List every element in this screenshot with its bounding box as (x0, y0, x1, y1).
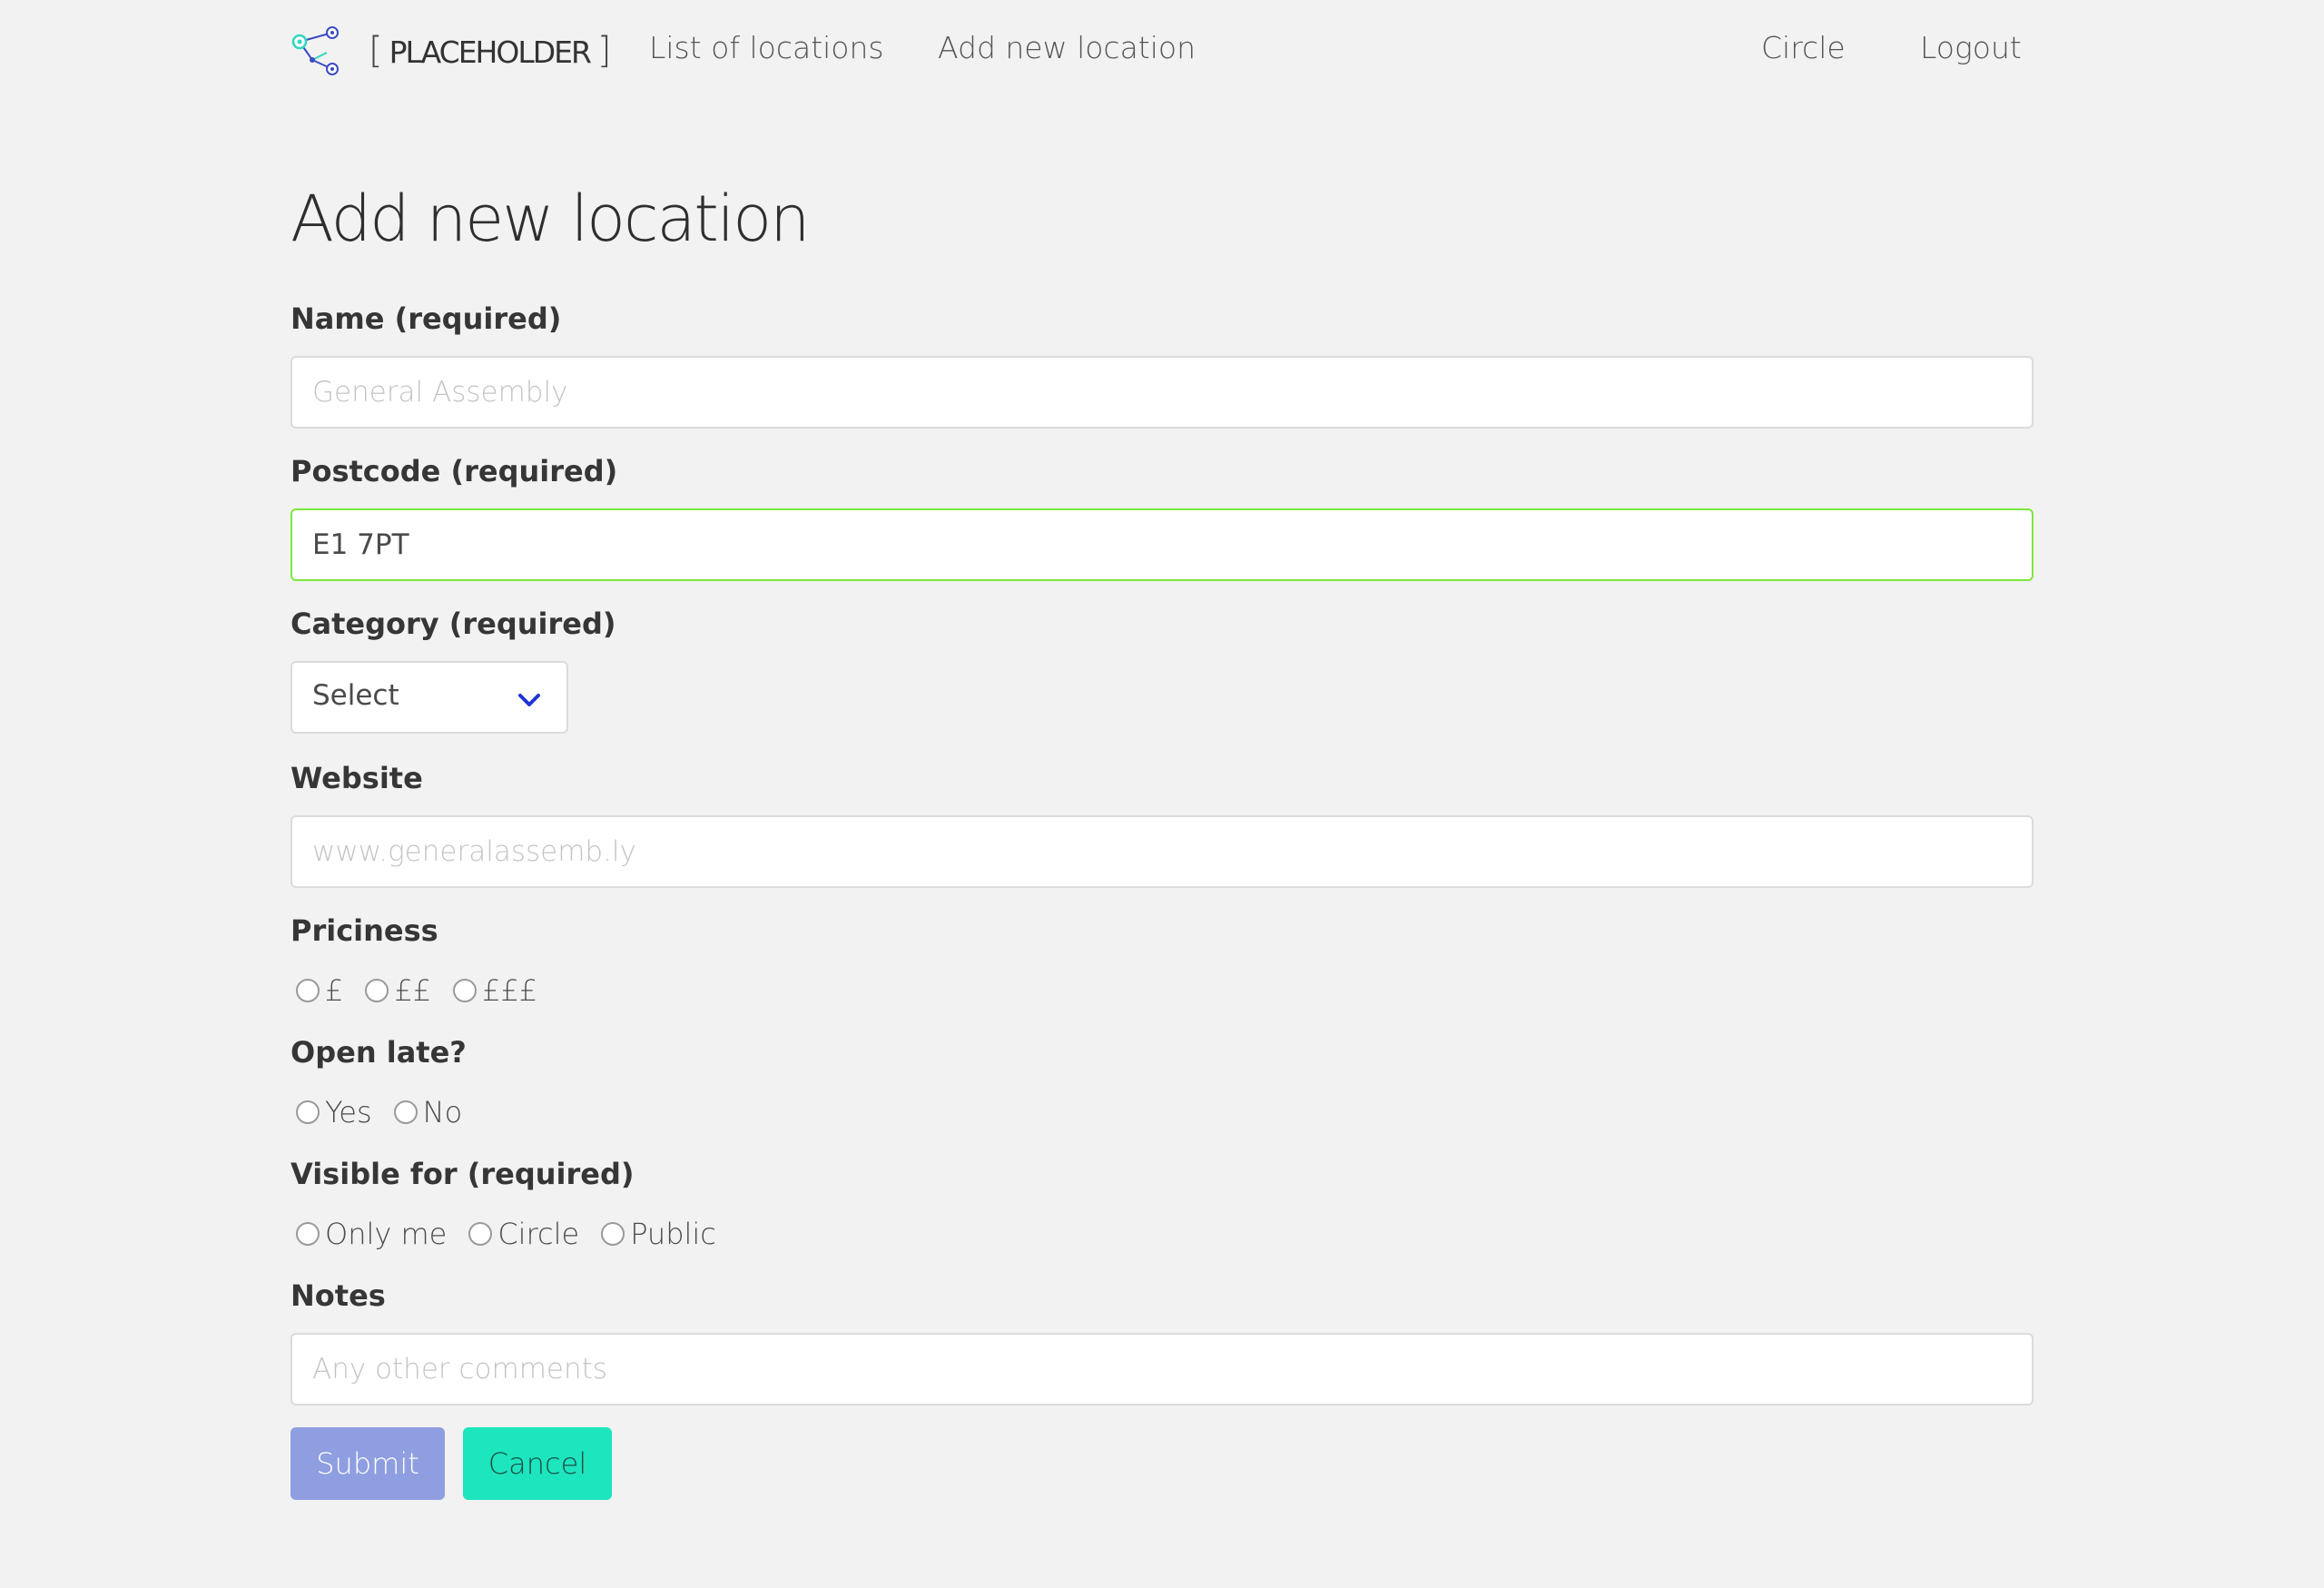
radio-label: £££ (482, 973, 538, 1008)
brand[interactable]: [PLACEHOLDER] (290, 25, 611, 76)
open-late-option-no[interactable]: No (393, 1095, 463, 1129)
visible-for-option-public[interactable]: Public (601, 1217, 716, 1251)
radio-label: £ (325, 973, 344, 1008)
radio-label: Circle (497, 1217, 580, 1251)
visible-for-label: Visible for (required) (290, 1157, 635, 1191)
chevron-down-icon (518, 694, 540, 706)
category-label: Category (required) (290, 607, 616, 641)
open-late-radio-group: Yes No (296, 1094, 484, 1130)
radio-button[interactable] (365, 979, 389, 1002)
page-title: Add new location (290, 182, 810, 256)
nav-link-list-of-locations[interactable]: List of locations (649, 30, 884, 65)
nav-link-logout[interactable]: Logout (1920, 30, 2022, 65)
visible-for-radio-group: Only me Circle Public (296, 1216, 738, 1252)
postcode-label: Postcode (required) (290, 454, 618, 488)
notes-input[interactable] (290, 1333, 2034, 1406)
category-select-value: Select (312, 679, 399, 712)
postcode-input[interactable] (290, 508, 2034, 581)
nav-link-circle[interactable]: Circle (1761, 30, 1846, 65)
brand-bracket-open: [ (369, 30, 383, 72)
radio-button[interactable] (296, 979, 320, 1002)
radio-button[interactable] (296, 1222, 320, 1246)
radio-button[interactable] (453, 979, 478, 1002)
open-late-option-yes[interactable]: Yes (296, 1095, 372, 1129)
radio-button[interactable] (601, 1222, 625, 1246)
radio-label: No (422, 1095, 463, 1129)
radio-label: ££ (394, 973, 432, 1008)
notes-label: Notes (290, 1278, 386, 1313)
radio-label: Only me (325, 1217, 448, 1251)
priciness-option-3[interactable]: £££ (453, 973, 537, 1008)
name-label: Name (required) (290, 301, 562, 336)
radio-button[interactable] (468, 1222, 493, 1246)
brand-word: PLACEHOLDER (389, 35, 592, 70)
main-container: [PLACEHOLDER] List of locations Add new … (290, 0, 2034, 1500)
website-input[interactable] (290, 815, 2034, 888)
priciness-option-1[interactable]: £ (296, 973, 343, 1008)
brand-bracket-close: ] (596, 30, 612, 72)
radio-button[interactable] (296, 1100, 320, 1124)
priciness-label: Priciness (290, 913, 438, 948)
open-late-label: Open late? (290, 1035, 467, 1070)
radio-label: Public (630, 1217, 716, 1251)
navbar: [PLACEHOLDER] List of locations Add new … (290, 0, 2034, 104)
cancel-button[interactable]: Cancel (463, 1427, 612, 1500)
share-network-logo-icon (291, 26, 339, 75)
visible-for-option-only-me[interactable]: Only me (296, 1217, 447, 1251)
page: [PLACEHOLDER] List of locations Add new … (0, 0, 2324, 1588)
category-select[interactable]: Select (290, 661, 568, 734)
radio-button[interactable] (393, 1100, 418, 1124)
website-label: Website (290, 761, 423, 795)
radio-label: Yes (325, 1095, 372, 1129)
name-input[interactable] (290, 356, 2034, 429)
nav-link-add-new-location[interactable]: Add new location (938, 30, 1196, 65)
priciness-option-2[interactable]: ££ (365, 973, 431, 1008)
submit-button[interactable]: Submit (290, 1427, 445, 1500)
priciness-radio-group: £ ££ £££ (296, 972, 559, 1009)
visible-for-option-circle[interactable]: Circle (468, 1217, 579, 1251)
brand-name: [PLACEHOLDER] (369, 30, 611, 72)
